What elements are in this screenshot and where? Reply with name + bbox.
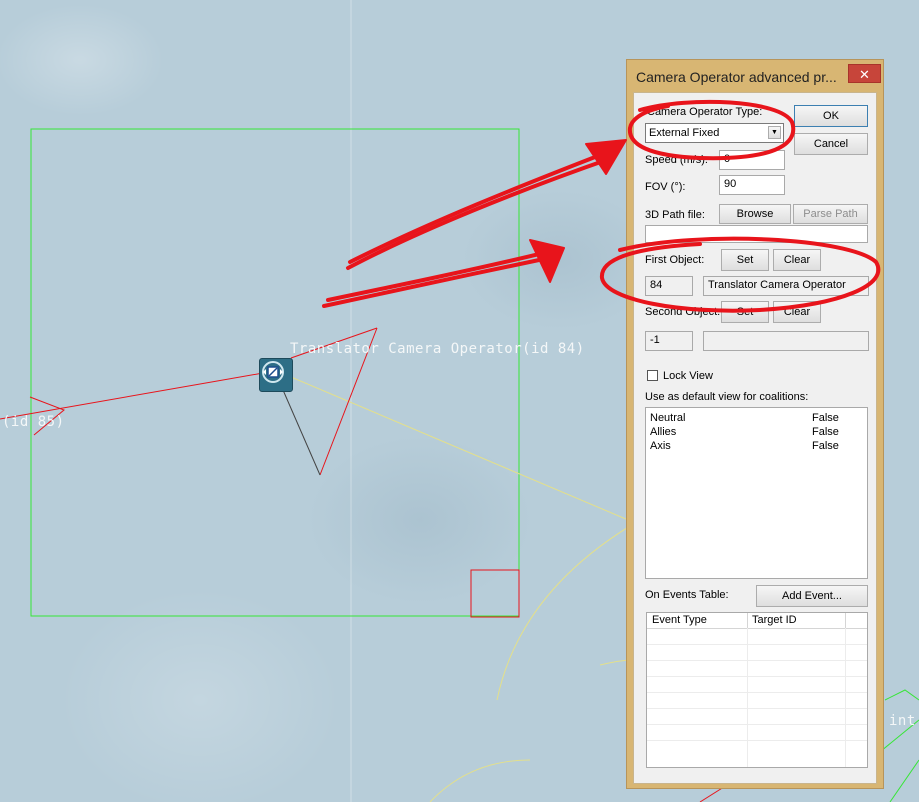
first-object-id: 84 bbox=[645, 276, 693, 296]
grid-line bbox=[647, 692, 867, 693]
grid-line bbox=[647, 676, 867, 677]
link-line-left bbox=[0, 372, 264, 420]
first-object-label: First Object: bbox=[645, 254, 705, 266]
column-header-event-type[interactable]: Event Type bbox=[652, 614, 707, 626]
first-object-name: Translator Camera Operator bbox=[703, 276, 869, 296]
object-label-right: int bbox=[889, 713, 916, 729]
coalitions-list[interactable]: Neutral False Allies False Axis False bbox=[645, 407, 868, 579]
list-item[interactable]: Axis False bbox=[646, 440, 867, 454]
view-cone-edge bbox=[282, 389, 321, 476]
cancel-button[interactable]: Cancel bbox=[794, 133, 868, 155]
path-input[interactable] bbox=[645, 225, 868, 243]
camera-operator-icon[interactable] bbox=[259, 358, 293, 392]
link-line bbox=[290, 376, 641, 526]
camera-operator-dialog: Camera Operator advanced pr... ✕ Camera … bbox=[626, 59, 884, 789]
ok-button[interactable]: OK bbox=[794, 105, 868, 127]
events-table-header: Event Type Target ID bbox=[647, 613, 867, 629]
lock-view-label: Lock View bbox=[663, 370, 713, 382]
parse-path-button[interactable]: Parse Path bbox=[793, 204, 868, 224]
grid-line bbox=[747, 628, 748, 767]
fov-label: FOV (°): bbox=[645, 181, 686, 193]
second-object-name bbox=[703, 331, 869, 351]
chevron-down-icon[interactable]: ▼ bbox=[768, 126, 781, 139]
coalition-value: False bbox=[812, 412, 839, 424]
range-circle-3 bbox=[429, 759, 531, 802]
map-object-lines bbox=[884, 689, 919, 701]
path-label: 3D Path file: bbox=[645, 209, 705, 221]
coalition-value: False bbox=[812, 426, 839, 438]
column-separator[interactable] bbox=[747, 613, 748, 628]
events-table[interactable]: Event Type Target ID bbox=[646, 612, 868, 768]
grid-line bbox=[647, 724, 867, 725]
close-icon[interactable]: ✕ bbox=[848, 64, 881, 83]
second-object-set-button[interactable]: Set bbox=[721, 301, 769, 323]
object-label: Translator Camera Operator(id 84) bbox=[290, 341, 585, 357]
second-object-label: Second Object: bbox=[645, 306, 721, 318]
range-circle bbox=[496, 519, 641, 701]
map-object-lines bbox=[889, 759, 919, 802]
object-label-left: (id 85) bbox=[2, 414, 65, 430]
grid-line bbox=[647, 660, 867, 661]
grid-line bbox=[647, 644, 867, 645]
type-label: Camera Operator Type: bbox=[647, 106, 763, 118]
dialog-client: Camera Operator Type: External Fixed ▼ O… bbox=[633, 92, 877, 784]
coalition-name: Neutral bbox=[650, 412, 686, 424]
column-header-target-id[interactable]: Target ID bbox=[752, 614, 797, 626]
list-item[interactable]: Neutral False bbox=[646, 412, 867, 426]
grid-line bbox=[647, 740, 867, 741]
coalition-value: False bbox=[812, 440, 839, 452]
coalition-name: Allies bbox=[650, 426, 677, 438]
first-object-clear-button[interactable]: Clear bbox=[773, 249, 821, 271]
second-object-id: -1 bbox=[645, 331, 693, 351]
add-event-button[interactable]: Add Event... bbox=[756, 585, 868, 607]
events-label: On Events Table: bbox=[645, 589, 729, 601]
second-object-clear-button[interactable]: Clear bbox=[773, 301, 821, 323]
coalitions-label: Use as default view for coalitions: bbox=[645, 391, 809, 403]
speed-label: Speed (m/s): bbox=[645, 154, 708, 166]
first-object-set-button[interactable]: Set bbox=[721, 249, 769, 271]
grid-line bbox=[845, 628, 846, 767]
lock-view-checkbox[interactable] bbox=[647, 370, 658, 381]
dialog-titlebar[interactable]: Camera Operator advanced pr... ✕ bbox=[627, 60, 883, 92]
camera-operator-glyph bbox=[262, 361, 284, 383]
column-separator[interactable] bbox=[845, 613, 846, 628]
coalition-name: Axis bbox=[650, 440, 671, 452]
type-select[interactable]: External Fixed ▼ bbox=[645, 123, 784, 143]
list-item[interactable]: Allies False bbox=[646, 426, 867, 440]
grid-line bbox=[647, 708, 867, 709]
dialog-title: Camera Operator advanced pr... bbox=[636, 69, 837, 85]
speed-input[interactable]: 0 bbox=[719, 150, 785, 170]
fov-input[interactable]: 90 bbox=[719, 175, 785, 195]
corner-marker[interactable] bbox=[470, 569, 520, 618]
browse-button[interactable]: Browse bbox=[719, 204, 791, 224]
type-select-value: External Fixed bbox=[649, 127, 720, 139]
